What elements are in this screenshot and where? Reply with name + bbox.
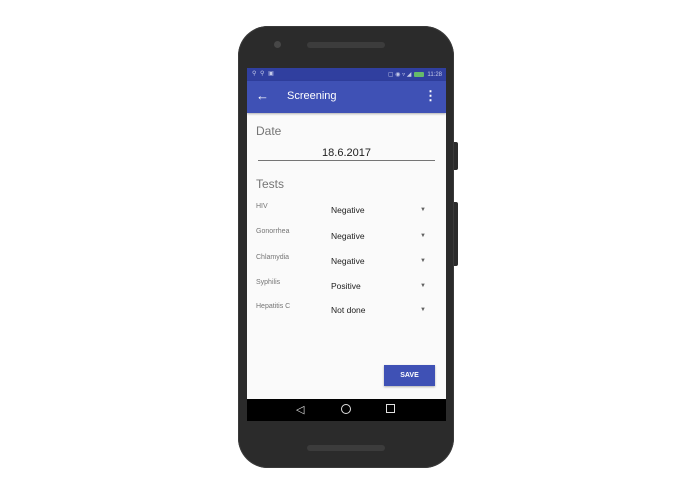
status-time: 11:28 <box>427 71 442 78</box>
dropdown-arrow-icon[interactable]: ▼ <box>420 283 426 289</box>
app-bar: ← Screening ⋮ <box>247 81 446 113</box>
test-result-select[interactable]: Negative <box>331 256 365 266</box>
dropdown-arrow-icon[interactable]: ▼ <box>420 307 426 313</box>
nav-home-icon[interactable] <box>341 404 351 414</box>
dropdown-arrow-icon[interactable]: ▼ <box>420 233 426 239</box>
save-button[interactable]: SAVE <box>384 365 435 386</box>
volume-button <box>454 202 458 266</box>
test-label: HIV <box>256 203 268 210</box>
date-field[interactable]: 18.6.2017 <box>258 147 435 159</box>
status-bar: ⚲ ⚲ ▣ ▢ ◉ ▿ ◢ 11:28 <box>247 68 446 81</box>
status-indicators: ▢ ◉ ▿ ◢ 11:28 <box>387 71 442 79</box>
navigation-bar: ◁ <box>247 399 446 421</box>
notification-icons: ⚲ ⚲ ▣ <box>252 71 275 77</box>
test-result-select[interactable]: Positive <box>331 281 361 291</box>
test-result-select[interactable]: Not done <box>331 305 366 315</box>
dropdown-arrow-icon[interactable]: ▼ <box>420 207 426 213</box>
system-icons: ▢ ◉ ▿ ◢ <box>387 72 412 78</box>
test-label: Gonorrhea <box>256 228 290 235</box>
more-vert-icon[interactable]: ⋮ <box>424 87 437 105</box>
test-result-select[interactable]: Negative <box>331 231 365 241</box>
test-label: Hepatitis C <box>256 303 291 310</box>
bottom-speaker <box>307 445 385 451</box>
battery-icon <box>414 72 425 77</box>
date-field-underline <box>258 160 435 161</box>
nav-back-icon[interactable]: ◁ <box>296 403 304 417</box>
test-label: Chlamydia <box>256 254 290 261</box>
test-label: Syphilis <box>256 279 281 286</box>
dropdown-arrow-icon[interactable]: ▼ <box>420 258 426 264</box>
earpiece-speaker <box>307 42 385 48</box>
date-heading: Date <box>256 124 282 138</box>
front-camera <box>274 41 281 48</box>
test-result-select[interactable]: Negative <box>331 205 365 215</box>
nav-recents-icon[interactable] <box>386 404 395 413</box>
phone-screen: ⚲ ⚲ ▣ ▢ ◉ ▿ ◢ 11:28 ← Screening ⋮ Date 1… <box>247 68 446 421</box>
tests-heading: Tests <box>256 177 285 191</box>
page-title: Screening <box>287 90 337 102</box>
power-button <box>454 142 458 170</box>
arrow-back-icon[interactable]: ← <box>256 87 269 105</box>
